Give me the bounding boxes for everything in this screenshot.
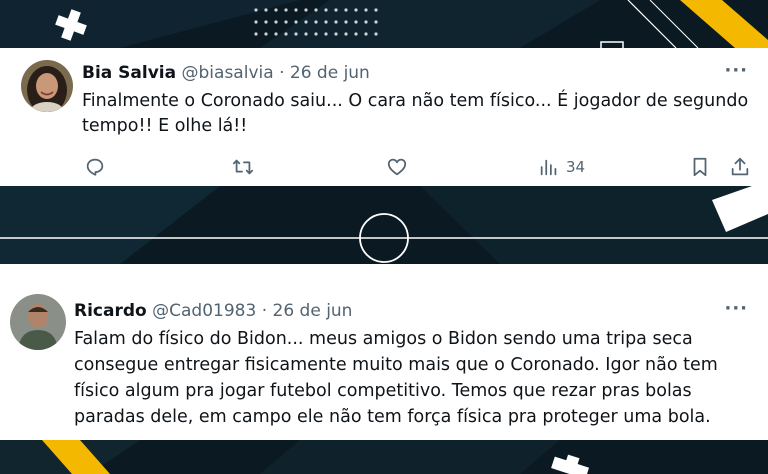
tweet-header: Bia Salvia @biasalvia · 26 de jun: [82, 63, 370, 83]
avatar[interactable]: [10, 294, 66, 350]
author-name[interactable]: Ricardo: [74, 301, 147, 321]
author-handle[interactable]: @Cad01983: [152, 301, 256, 321]
share-icon: [731, 157, 749, 176]
like-icon: [387, 158, 407, 176]
avatar[interactable]: [21, 60, 73, 112]
like-button[interactable]: [386, 152, 408, 182]
share-button[interactable]: [729, 152, 751, 182]
tweet-text: Finalmente o Coronado saiu... O cara não…: [82, 91, 749, 136]
tweet-card[interactable]: Ricardo @Cad01983 · 26 de jun ··· Falam …: [0, 264, 768, 440]
retweet-button[interactable]: [232, 152, 254, 182]
more-options-button[interactable]: ···: [724, 298, 748, 319]
more-options-button[interactable]: ···: [724, 60, 748, 81]
separator: ·: [261, 301, 268, 321]
bookmark-icon: [693, 157, 707, 177]
tweet-date[interactable]: 26 de jun: [290, 63, 370, 83]
retweet-icon: [232, 159, 254, 175]
bookmark-button[interactable]: [689, 152, 711, 182]
views-icon: [540, 159, 557, 176]
reply-icon: [86, 158, 104, 176]
tweet-text: Falam do físico do Bidon... meus amigos …: [74, 329, 718, 427]
author-name[interactable]: Bia Salvia: [82, 63, 176, 83]
tweet-card[interactable]: Bia Salvia @biasalvia · 26 de jun ··· Fi…: [0, 48, 768, 186]
tweet-header: Ricardo @Cad01983 · 26 de jun: [74, 301, 352, 321]
reply-button[interactable]: [84, 152, 106, 182]
views-button[interactable]: 34: [538, 152, 585, 182]
views-count: 34: [566, 158, 586, 176]
tweet-actions: 34: [0, 152, 768, 182]
author-handle[interactable]: @biasalvia: [182, 63, 274, 83]
separator: ·: [279, 63, 285, 83]
tweet-date[interactable]: 26 de jun: [273, 301, 353, 321]
